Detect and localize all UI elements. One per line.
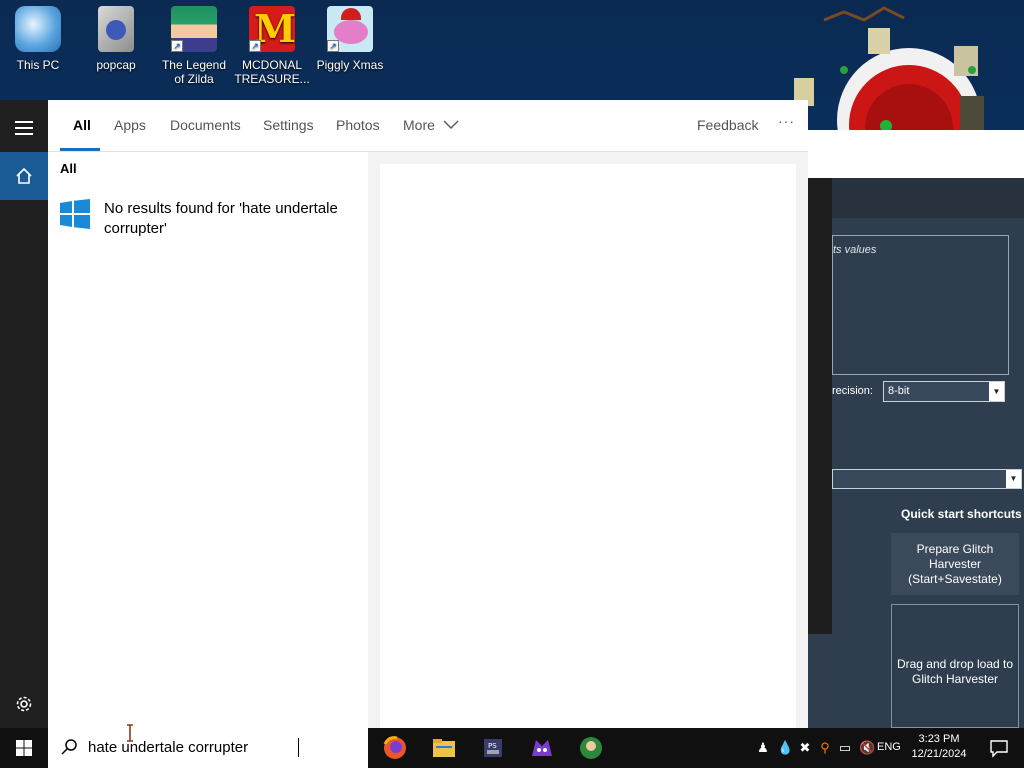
clock[interactable]: 3:23 PM 12/21/2024 [907,732,971,762]
more-options-icon[interactable]: ··· [778,113,795,129]
desktop-icon-label: The Legend of Zilda [161,58,227,86]
firefox-icon[interactable] [379,732,411,764]
values-label: ts values [833,244,877,256]
alert-app-icon[interactable]: ✖ [797,740,813,756]
search-results-panel: All Apps Documents Settings Photos More … [48,100,808,728]
search-input[interactable]: hate undertale corrupter [88,739,248,756]
reindeer-silhouettes [823,6,905,22]
tab-apps[interactable]: Apps [114,117,146,133]
clock-date: 12/21/2024 [911,748,967,760]
header-panel [832,178,1024,218]
desktop-icon-label: MCDONAL TREASURE... [234,58,310,86]
start-side-rail [0,100,48,728]
desktop-icon-piggly-xmas[interactable]: ↗ Piggly Xmas [312,6,388,72]
start-button[interactable] [0,728,48,768]
hamburger-menu-icon[interactable] [0,104,48,152]
shortcut-arrow-icon: ↗ [327,40,339,52]
desktop-icon-legend-of-zilda[interactable]: ↗ The Legend of Zilda [156,6,232,86]
results-header: All [60,161,77,176]
tab-all[interactable]: All [73,117,91,133]
chevron-down-icon [443,120,459,129]
house-1 [868,28,890,54]
system-tray: ♟ 💧 ✖ ⚲ ▭ 🔇 ENG 3:23 PM 12/21/2024 [749,728,1024,768]
tab-photos[interactable]: Photos [336,117,380,133]
inner-dark-panel [808,178,832,634]
desktop-icon-this-pc[interactable]: This PC [0,6,76,72]
ornament-dot [840,66,848,74]
house-4 [960,96,984,132]
search-tray-icon[interactable]: ⚲ [817,740,833,756]
active-tab-indicator [60,148,100,151]
window-titlebar[interactable] [808,130,1024,178]
chevron-down-icon[interactable]: ▼ [1006,470,1021,488]
tab-more-label: More [403,117,435,133]
home-icon[interactable] [0,152,48,200]
desktop-icon-mcdonal-treasure[interactable]: M ↗ MCDONAL TREASURE... [234,6,310,86]
tab-more[interactable]: More [403,117,459,133]
precision-dropdown[interactable]: 8-bit ▼ [883,381,1005,402]
folder-icon [98,6,134,52]
precision-label: recision: [832,385,873,397]
file-explorer-icon[interactable] [428,732,460,764]
start-search-panel: All Apps Documents Settings Photos More … [0,100,808,728]
computer-icon [15,6,61,52]
background-app-window[interactable]: ts values recision: 8-bit ▼ ▼ Quick star… [808,130,1024,728]
shortcut-arrow-icon: ↗ [249,40,261,52]
quick-start-title: Quick start shortcuts [901,507,1022,521]
chevron-down-icon[interactable]: ▼ [989,382,1004,401]
desktop-icon-label: popcap [96,58,136,72]
desktop-icon-label: This PC [16,58,60,72]
desktop-icon-popcap[interactable]: popcap [78,6,154,72]
language-indicator[interactable]: ENG [877,741,901,753]
results-list: All No results found for 'hate undertale… [48,152,368,728]
taskbar-search-box[interactable]: hate undertale corrupter [48,728,368,768]
emulator-app-icon[interactable]: PS [477,732,509,764]
taskbar: hate undertale corrupter PS ♟ 💧 ✖ ⚲ ▭ 🔇 … [0,728,1024,768]
tab-settings[interactable]: Settings [263,117,314,133]
search-tabs: All Apps Documents Settings Photos More … [48,100,808,152]
volume-muted-icon[interactable]: 🔇 [859,740,875,756]
windows-logo-icon [60,199,90,229]
droplet-icon[interactable]: 💧 [777,740,793,756]
network-icon[interactable]: ▭ [837,740,853,756]
prepare-glitch-harvester-button[interactable]: Prepare Glitch Harvester (Start+Savestat… [891,533,1019,595]
text-cursor-icon [127,724,133,742]
feedback-link[interactable]: Feedback [697,117,758,133]
svg-text:PS: PS [488,742,497,750]
search-icon [61,739,77,755]
mcdonalds-logo-icon: M ↗ [249,6,296,52]
network-people-icon[interactable]: ♟ [755,740,771,756]
corrupter-app-icon[interactable] [526,732,558,764]
game-app-icon[interactable] [575,732,607,764]
values-group-box: ts values [832,235,1009,375]
text-caret [298,738,299,757]
precision-value: 8-bit [888,385,910,397]
drag-drop-glitch-harvester-button[interactable]: Drag and drop load to Glitch Harvester [891,604,1019,728]
notification-icon[interactable] [989,738,1009,758]
clock-time: 3:23 PM [918,733,960,745]
preview-pane [380,164,796,728]
settings-gear-icon[interactable] [0,680,48,728]
pig-icon: ↗ [327,6,373,52]
shortcut-arrow-icon: ↗ [171,40,183,52]
windows-start-icon [16,740,32,756]
no-results-message: No results found for 'hate undertale cor… [104,200,338,237]
ornament-dot [968,66,976,74]
game-character-icon: ↗ [171,6,217,52]
tab-documents[interactable]: Documents [170,117,241,133]
desktop-icon-label: Piggly Xmas [316,58,384,72]
secondary-dropdown[interactable]: ▼ [832,469,1022,489]
